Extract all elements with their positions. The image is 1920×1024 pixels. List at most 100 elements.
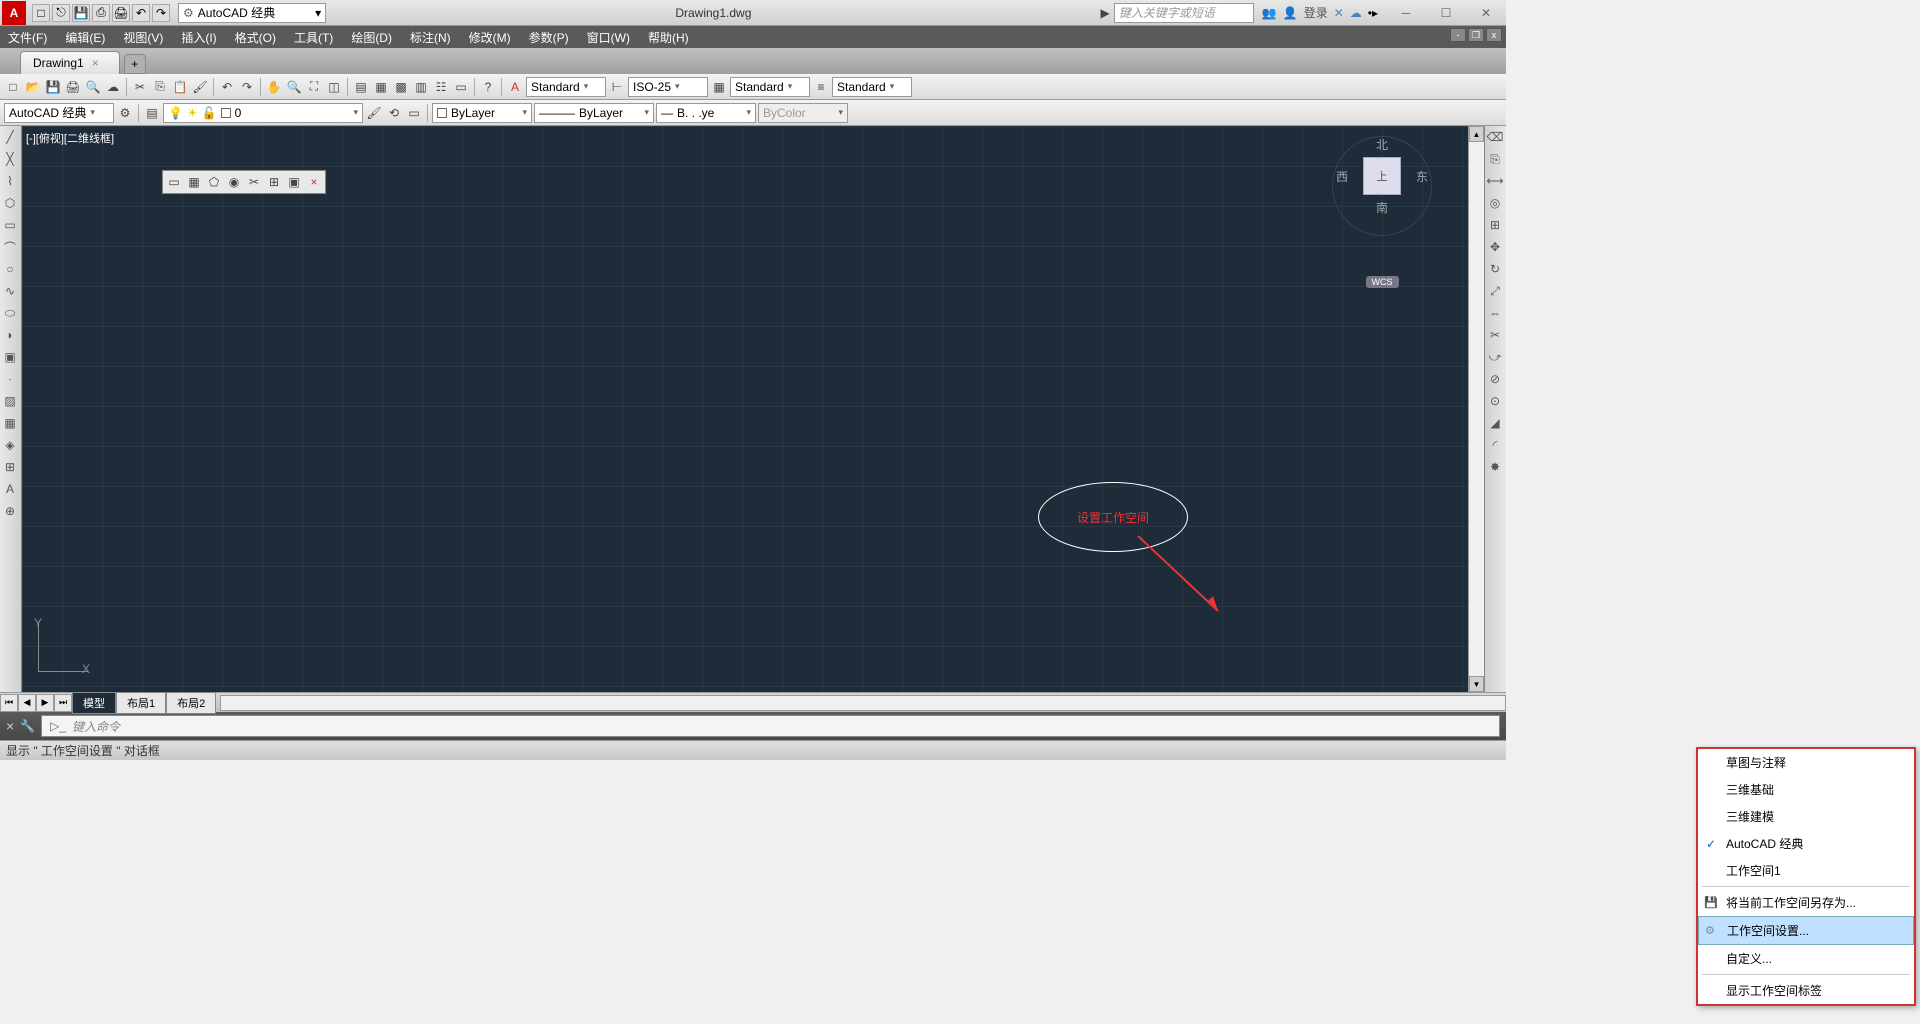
menu-file[interactable]: 文件(F)	[8, 29, 47, 46]
cut-icon[interactable]: ✂	[131, 78, 149, 96]
polygon-icon[interactable]: ⬡	[0, 193, 20, 213]
nav-next-icon[interactable]: ▶	[36, 694, 54, 712]
ctx-settings[interactable]: ⚙工作空间设置...	[1698, 916, 1914, 945]
minimize-button[interactable]: ─	[1386, 0, 1426, 26]
qat-undo-icon[interactable]: ↶	[132, 4, 150, 22]
layer-props-icon[interactable]: ▤	[143, 104, 161, 122]
workspace-dd2[interactable]: AutoCAD 经典▾	[4, 103, 114, 123]
copy-icon[interactable]: ⎘	[151, 78, 169, 96]
array-icon[interactable]: ⊞	[1485, 215, 1505, 235]
ctx-drafting[interactable]: 草图与注释	[1698, 749, 1914, 776]
dim-style-dropdown[interactable]: ISO-25▾	[628, 77, 708, 97]
scale-icon[interactable]: ⤢	[1485, 281, 1505, 301]
cloud-icon[interactable]: ☁	[1350, 6, 1362, 20]
point-icon[interactable]: ∙	[0, 369, 20, 389]
ssm-icon[interactable]: ▥	[412, 78, 430, 96]
layer-state-icon[interactable]: ▭	[405, 104, 423, 122]
table-icon[interactable]: ⊞	[0, 457, 20, 477]
textstyle-icon[interactable]: A	[506, 78, 524, 96]
fillet-icon[interactable]: ◜	[1485, 435, 1505, 455]
addsel-icon[interactable]: ⊕	[0, 501, 20, 521]
menu-view[interactable]: 视图(V)	[123, 29, 163, 46]
menu-window[interactable]: 窗口(W)	[587, 29, 630, 46]
tablestyle-icon[interactable]: ▦	[710, 78, 728, 96]
exchange-icon[interactable]: 👥	[1262, 6, 1277, 20]
scroll-down-icon[interactable]: ▼	[1469, 676, 1484, 692]
block-icon[interactable]: ▣	[0, 347, 20, 367]
paste-icon[interactable]: 📋	[171, 78, 189, 96]
drawing-canvas[interactable]: [-][俯视][二维线框] ▭ ▦ ⬠ ◉ ✂ ⊞ ▣ × Y X 北 西 上 …	[22, 126, 1468, 692]
vp-dialog-icon[interactable]: ▣	[285, 173, 303, 191]
tab-layout2[interactable]: 布局2	[166, 692, 216, 714]
explode-icon[interactable]: ✸	[1485, 457, 1505, 477]
ctx-customize[interactable]: 自定义...	[1698, 945, 1914, 972]
layer-match-icon[interactable]: 🖌	[365, 104, 383, 122]
command-input[interactable]: ▷_ 键入命令	[41, 715, 1500, 737]
vp-single-icon[interactable]: ▭	[165, 173, 183, 191]
preview-icon[interactable]: 🔍	[84, 78, 102, 96]
zoom-win-icon[interactable]: ◫	[325, 78, 343, 96]
mdi-restore[interactable]: ❐	[1468, 28, 1484, 42]
cmd-close-icon[interactable]: ×	[6, 718, 14, 734]
viewcube[interactable]: 北 西 上 东 南 WCS	[1336, 136, 1428, 288]
print-icon[interactable]: 🖨	[64, 78, 82, 96]
dimstyle-icon[interactable]: ⊢	[608, 78, 626, 96]
qat-saveas-icon[interactable]: ⎙	[92, 4, 110, 22]
new-icon[interactable]: □	[4, 78, 22, 96]
menu-draw[interactable]: 绘图(D)	[351, 29, 392, 46]
vp-join-icon[interactable]: ⊞	[265, 173, 283, 191]
vp-clip-icon[interactable]: ✂	[245, 173, 263, 191]
pan-icon[interactable]: ✋	[265, 78, 283, 96]
stretch-icon[interactable]: ⇔	[1485, 303, 1505, 323]
mirror-icon[interactable]: ⟷	[1485, 171, 1505, 191]
menu-help[interactable]: 帮助(H)	[648, 29, 689, 46]
login-link[interactable]: 登录	[1304, 4, 1328, 21]
menu-parametric[interactable]: 参数(P)	[529, 29, 569, 46]
ctx-classic[interactable]: AutoCAD 经典	[1698, 830, 1914, 857]
float-close-icon[interactable]: ×	[305, 173, 323, 191]
tab-model[interactable]: 模型	[72, 692, 116, 714]
undo-icon[interactable]: ↶	[218, 78, 236, 96]
play-icon[interactable]: ▶	[1101, 6, 1110, 20]
pline-icon[interactable]: ⌇	[0, 171, 20, 191]
close-button[interactable]: ✕	[1466, 0, 1506, 26]
open-icon[interactable]: 📂	[24, 78, 42, 96]
vp-obj-icon[interactable]: ◉	[225, 173, 243, 191]
rect-icon[interactable]: ▭	[0, 215, 20, 235]
user-icon[interactable]: 👤	[1283, 6, 1298, 20]
menu-tools[interactable]: 工具(T)	[294, 29, 333, 46]
line-icon[interactable]: ╱	[0, 127, 20, 147]
qat-print-icon[interactable]: 🖨	[112, 4, 130, 22]
ctx-showlabel[interactable]: 显示工作空间标签	[1698, 977, 1914, 1004]
document-tab[interactable]: Drawing1 ×	[20, 51, 120, 74]
more-icon[interactable]: •▸	[1368, 6, 1378, 20]
zoom-ext-icon[interactable]: ⛶	[305, 78, 323, 96]
table-style-dropdown[interactable]: Standard▾	[730, 77, 810, 97]
x-icon[interactable]: ✕	[1334, 6, 1344, 20]
search-input[interactable]: 键入关键字或短语	[1114, 3, 1254, 23]
nav-first-icon[interactable]: ⏮	[0, 694, 18, 712]
qat-open-icon[interactable]: ⎋	[52, 4, 70, 22]
region-icon[interactable]: ◈	[0, 435, 20, 455]
ctx-3dmodeling[interactable]: 三维建模	[1698, 803, 1914, 830]
qat-save-icon[interactable]: 💾	[72, 4, 90, 22]
wcs-badge[interactable]: WCS	[1366, 276, 1399, 288]
zoom-icon[interactable]: 🔍	[285, 78, 303, 96]
erase-icon[interactable]: ⌫	[1485, 127, 1505, 147]
redo-icon[interactable]: ↷	[238, 78, 256, 96]
ws-gear-icon[interactable]: ⚙	[116, 104, 134, 122]
ctx-saveas[interactable]: 💾将当前工作空间另存为...	[1698, 889, 1914, 916]
break-icon[interactable]: ⊘	[1485, 369, 1505, 389]
menu-dimension[interactable]: 标注(N)	[410, 29, 451, 46]
calc-icon[interactable]: ▭	[452, 78, 470, 96]
layer-dropdown[interactable]: 💡 ☀ 🔓 0 ▾	[163, 103, 363, 123]
cline-icon[interactable]: ╳	[0, 149, 20, 169]
chamfer-icon[interactable]: ◢	[1485, 413, 1505, 433]
markup-icon[interactable]: ☷	[432, 78, 450, 96]
plotstyle-dropdown[interactable]: ByColor▾	[758, 103, 848, 123]
offset-icon[interactable]: ◎	[1485, 193, 1505, 213]
trim-icon[interactable]: ✂	[1485, 325, 1505, 345]
join-icon[interactable]: ⊙	[1485, 391, 1505, 411]
new-tab-button[interactable]: +	[124, 54, 146, 74]
qat-redo-icon[interactable]: ↷	[152, 4, 170, 22]
